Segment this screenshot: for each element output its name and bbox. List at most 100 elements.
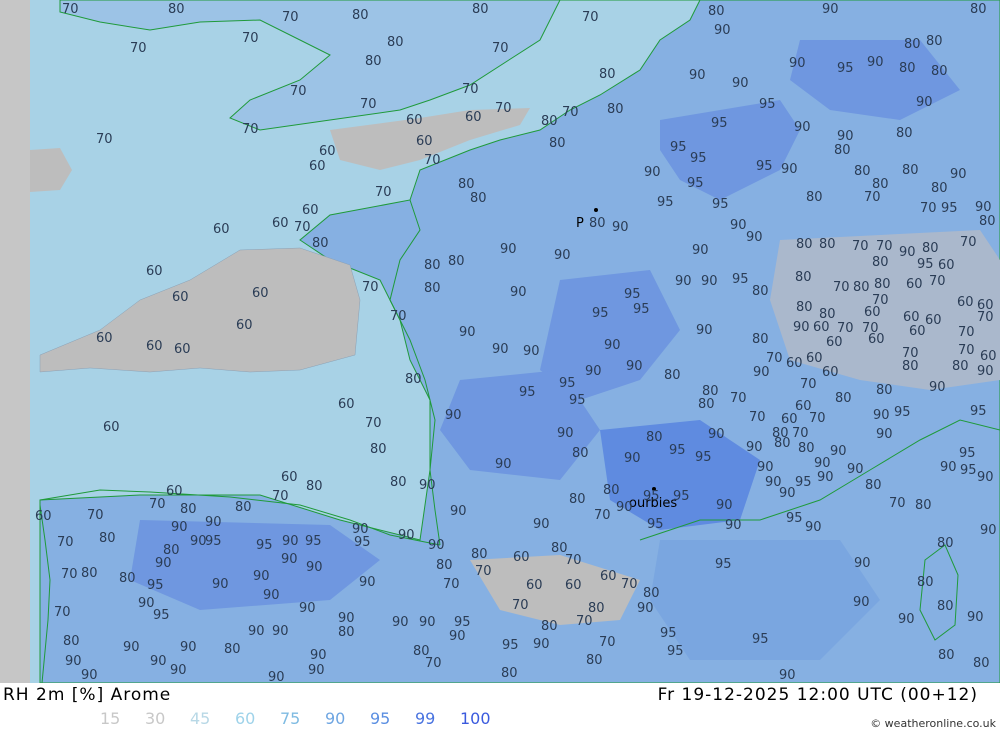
contour-label: 70 <box>599 635 616 650</box>
contour-label: 80 <box>698 397 715 412</box>
contour-label: 90 <box>929 380 946 395</box>
contour-label: 95 <box>669 443 686 458</box>
contour-label: 90 <box>398 528 415 543</box>
contour-label: 90 <box>554 248 571 263</box>
contour-label: 90 <box>150 654 167 669</box>
contour-label: 90 <box>253 569 270 584</box>
contour-label: 90 <box>272 624 289 639</box>
contour-label: 70 <box>562 105 579 120</box>
contour-label: 90 <box>876 427 893 442</box>
contour-label: 90 <box>975 200 992 215</box>
contour-label: 60 <box>781 412 798 427</box>
contour-label: 80 <box>99 531 116 546</box>
contour-label: 95 <box>894 405 911 420</box>
contour-label: 70 <box>443 577 460 592</box>
contour-label: 90 <box>701 274 718 289</box>
legend: 15 30 45 60 75 90 95 99 100 <box>100 709 505 728</box>
contour-label: 95 <box>941 201 958 216</box>
contour-label: 80 <box>646 430 663 445</box>
contour-label: 70 <box>96 132 113 147</box>
contour-label: 90 <box>789 56 806 71</box>
contour-label: 70 <box>582 10 599 25</box>
contour-label: 80 <box>541 619 558 634</box>
contour-label: 95 <box>643 489 660 504</box>
contour-label: 70 <box>242 122 259 137</box>
legend-item: 90 <box>325 709 346 728</box>
contour-label: 70 <box>425 656 442 671</box>
contour-label: 80 <box>854 164 871 179</box>
contour-label: 90 <box>847 462 864 477</box>
contour-label: 80 <box>448 254 465 269</box>
contour-label: 95 <box>569 393 586 408</box>
contour-label: 70 <box>749 410 766 425</box>
legend-item: 15 <box>100 709 121 728</box>
contour-label: 70 <box>594 508 611 523</box>
contour-label: 95 <box>837 61 854 76</box>
contour-label: 90 <box>533 517 550 532</box>
contour-label: 95 <box>732 272 749 287</box>
contour-label: 80 <box>853 280 870 295</box>
contour-label: 60 <box>868 332 885 347</box>
contour-label: 80 <box>235 500 252 515</box>
contour-label: 80 <box>896 126 913 141</box>
contour-label: 60 <box>35 509 52 524</box>
contour-label: 90 <box>612 220 629 235</box>
contour-label: 90 <box>624 451 641 466</box>
contour-label: 80 <box>470 191 487 206</box>
contour-label: 95 <box>667 644 684 659</box>
contour-label: 90 <box>675 274 692 289</box>
contour-label: 70 <box>365 416 382 431</box>
contour-label: 90 <box>746 440 763 455</box>
contour-label: 90 <box>263 588 280 603</box>
contour-label: 90 <box>899 245 916 260</box>
contour-label: 80 <box>904 37 921 52</box>
contour-label: 80 <box>979 214 996 229</box>
contour-label: 70 <box>977 310 994 325</box>
contour-label: 90 <box>950 167 967 182</box>
contour-label: 95 <box>673 489 690 504</box>
contour-label: 70 <box>290 84 307 99</box>
paris-value: 80 <box>589 216 606 231</box>
contour-label: 60 <box>272 216 289 231</box>
contour-label: 90 <box>281 552 298 567</box>
contour-label: 90 <box>689 68 706 83</box>
contour-label: 90 <box>123 640 140 655</box>
contour-label: 70 <box>492 41 509 56</box>
contour-label: 90 <box>822 2 839 17</box>
contour-label: 60 <box>806 351 823 366</box>
contour-label: 95 <box>660 626 677 641</box>
contour-label: 60 <box>813 320 830 335</box>
credit-link[interactable]: © weatheronline.co.uk <box>870 717 996 730</box>
contour-label: 90 <box>510 285 527 300</box>
contour-label: 90 <box>604 338 621 353</box>
contour-label: 95 <box>256 538 273 553</box>
contour-label: 60 <box>909 324 926 339</box>
contour-label: 70 <box>958 325 975 340</box>
contour-label: 90 <box>306 560 323 575</box>
contour-label: 90 <box>837 129 854 144</box>
contour-label: 90 <box>746 230 763 245</box>
contour-label: 90 <box>419 478 436 493</box>
contour-label: 90 <box>533 637 550 652</box>
contour-label: 70 <box>889 496 906 511</box>
contour-label: 90 <box>65 654 82 669</box>
contour-label: 90 <box>898 612 915 627</box>
contour-label: 80 <box>424 258 441 273</box>
contour-label: 95 <box>759 97 776 112</box>
contour-label: 90 <box>779 486 796 501</box>
contour-label: 90 <box>170 663 187 678</box>
contour-label: 80 <box>81 566 98 581</box>
contour-label: 70 <box>475 564 492 579</box>
contour-label: 80 <box>938 648 955 663</box>
contour-label: 95 <box>917 257 934 272</box>
contour-label: 60 <box>103 420 120 435</box>
contour-label: 95 <box>624 287 641 302</box>
contour-label: 90 <box>967 610 984 625</box>
contour-label: 90 <box>359 575 376 590</box>
contour-label: 60 <box>526 578 543 593</box>
contour-label: 60 <box>146 339 163 354</box>
contour-label: 70 <box>375 185 392 200</box>
contour-label: 70 <box>766 351 783 366</box>
contour-label: 90 <box>419 615 436 630</box>
contour-label: 90 <box>155 556 172 571</box>
